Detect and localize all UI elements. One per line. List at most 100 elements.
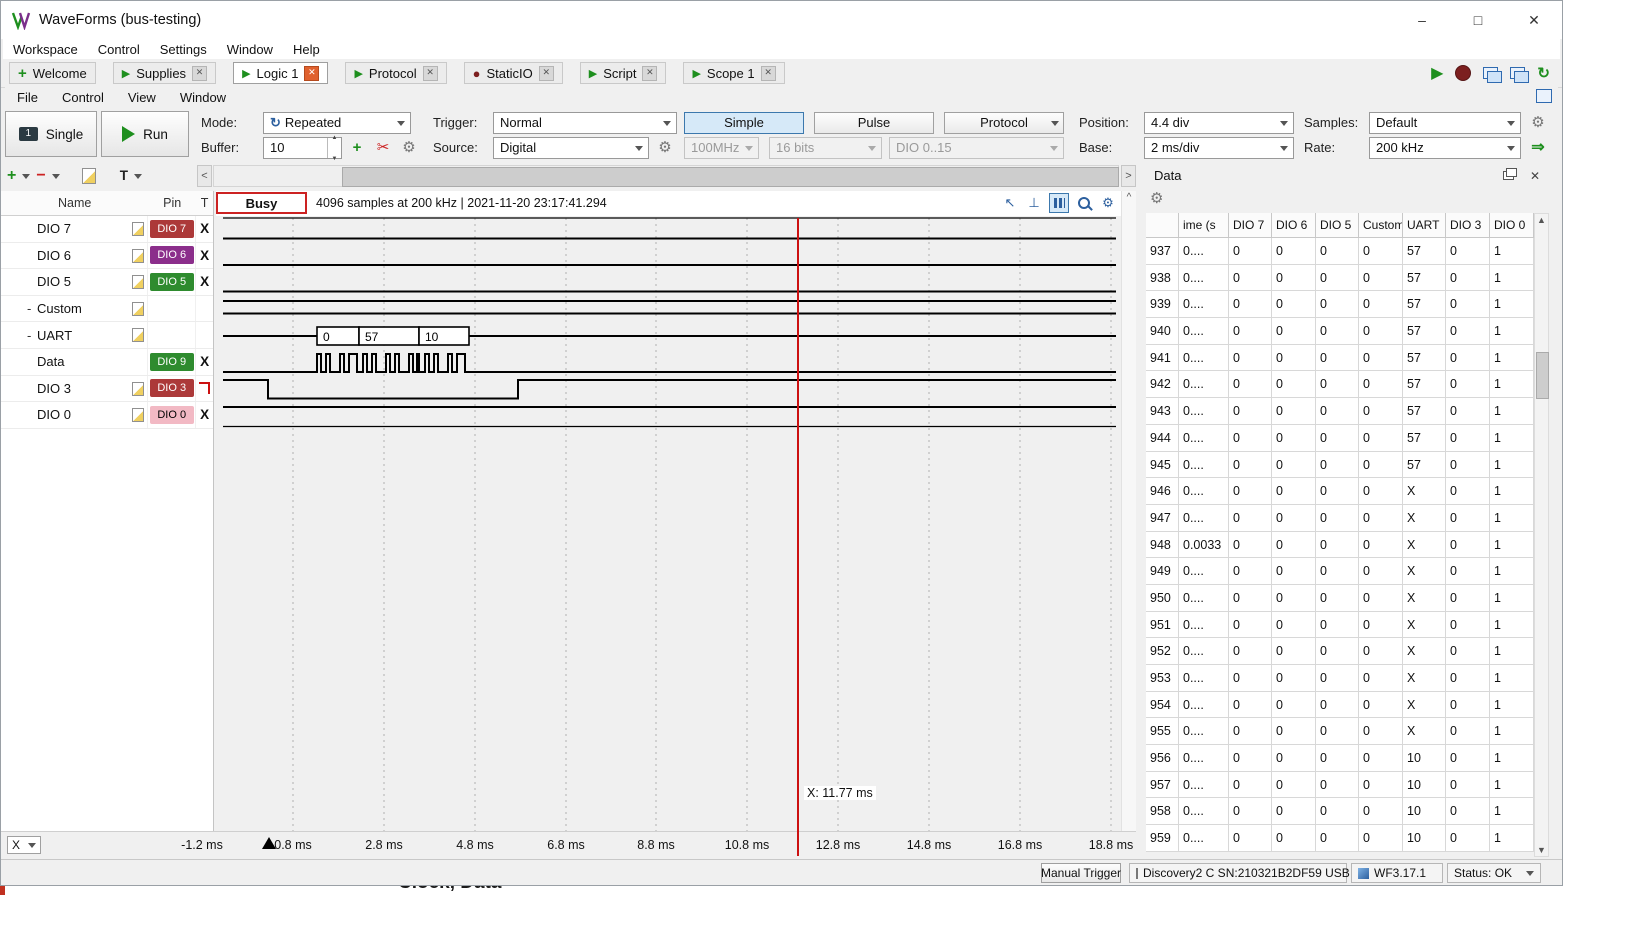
scroll-right-button[interactable]: > [1121,165,1136,187]
source-select[interactable]: Digital [493,137,649,159]
data-table-row[interactable]: 9530....0000X01 [1146,665,1534,692]
close-tab-icon[interactable]: ✕ [192,66,207,81]
channel-row[interactable]: DIO 6DIO 6X [1,243,213,270]
channel-trigger-cell[interactable]: X [195,402,213,428]
note-icon[interactable] [132,302,144,316]
data-table-row[interactable]: 9370....00005701 [1146,238,1534,265]
close-tab-icon[interactable]: ✕ [761,66,776,81]
data-table-row[interactable]: 9460....0000X01 [1146,478,1534,505]
close-tab-icon[interactable]: ✕ [423,66,438,81]
trigger-mode-button[interactable]: T [120,165,128,187]
data-table-row[interactable]: 9480.00330000X01 [1146,532,1534,559]
note-icon[interactable] [132,328,144,342]
logic-menu-item-file[interactable]: File [5,90,50,105]
data-table-row[interactable]: 9390....00005701 [1146,291,1534,318]
zoom-tool-button[interactable] [1075,194,1093,212]
data-table-row[interactable]: 9450....00005701 [1146,452,1534,479]
tab-script[interactable]: ▶Script✕ [580,62,667,84]
export-arrow-icon[interactable]: ⇒ [1529,137,1547,159]
device-sync-icon[interactable]: ↻ [1537,64,1550,82]
channel-trigger-cell[interactable]: X [195,269,213,295]
note-icon[interactable] [132,249,144,263]
trigger-select[interactable]: Normal [493,112,677,134]
data-table-row[interactable]: 9380....00005701 [1146,265,1534,292]
buffer-gear-icon[interactable]: ⚙ [400,137,418,159]
cut-icon[interactable]: ✂ [374,137,392,159]
data-table-row[interactable]: 9420....00005701 [1146,371,1534,398]
close-tab-icon[interactable]: ✕ [642,66,657,81]
samples-gear-icon[interactable]: ⚙ [1529,112,1547,134]
data-table-row[interactable]: 9560....00001001 [1146,745,1534,772]
channel-row[interactable]: DIO 3DIO 3 [1,376,213,403]
logic-menu-item-view[interactable]: View [116,90,168,105]
data-scroll-thumb[interactable] [1536,352,1549,399]
remove-channel-button[interactable]: − [36,165,45,187]
plot-vertical-scrollbar[interactable]: ^ [1121,191,1136,831]
version-status[interactable]: WF3.17.1 [1351,863,1443,883]
logic-menu-item-window[interactable]: Window [168,90,238,105]
data-table-row[interactable]: 9550....0000X01 [1146,718,1534,745]
trigger-mode-dropdown-icon[interactable] [134,174,142,183]
plot-settings-gear-icon[interactable]: ⚙ [1099,194,1117,212]
simple-button[interactable]: Simple [684,112,804,134]
data-table-row[interactable]: 9570....00001001 [1146,772,1534,799]
note-icon[interactable] [132,382,144,396]
buffer-spin-arrows-icon[interactable]: ▲▼ [327,138,341,158]
note-icon[interactable] [132,222,144,236]
menu-item-help[interactable]: Help [283,42,330,57]
tab-logic-1[interactable]: ▶Logic 1✕ [233,62,328,84]
data-table-row[interactable]: 9400....00005701 [1146,318,1534,345]
collapse-toggle[interactable]: - [27,328,31,343]
position-select[interactable]: 4.4 div [1144,112,1294,134]
channel-row[interactable]: -UART [1,322,213,349]
menu-item-workspace[interactable]: Workspace [3,42,88,57]
channel-trigger-cell[interactable]: X [195,349,213,375]
axis-cursor-selector[interactable]: X [7,836,41,854]
tab-scope-1[interactable]: ▶Scope 1✕ [683,62,784,84]
device-status[interactable]: Discovery2 C SN:210321B2DF59 USB [1129,863,1347,883]
base-select[interactable]: 2 ms/div [1144,137,1294,159]
channel-row[interactable]: DIO 7DIO 7X [1,216,213,243]
data-table-row[interactable]: 9540....0000X01 [1146,692,1534,719]
channel-row[interactable]: DIO 5DIO 5X [1,269,213,296]
status-indicator[interactable]: Status: OK [1447,863,1541,883]
data-table-row[interactable]: 9590....00001001 [1146,825,1534,852]
minimize-button[interactable]: – [1394,1,1450,39]
channel-trigger-cell[interactable] [195,376,213,402]
note-icon[interactable] [132,275,144,289]
data-table-row[interactable]: 9410....00005701 [1146,345,1534,372]
edit-note-icon[interactable] [82,168,96,184]
channel-trigger-cell[interactable]: X [195,216,213,242]
note-icon[interactable] [132,408,144,422]
snap-tool-icon[interactable]: ⊥ [1025,194,1043,212]
data-scroll-up-icon[interactable]: ▲ [1535,215,1548,225]
window-tile-icon[interactable] [1510,67,1525,79]
data-table-row[interactable]: 9520....0000X01 [1146,638,1534,665]
samples-select[interactable]: Default [1369,112,1521,134]
data-table-row[interactable]: 9440....00005701 [1146,425,1534,452]
rate-select[interactable]: 200 kHz [1369,137,1521,159]
buffer-spinbox[interactable]: 10 ▲▼ [263,137,342,159]
data-table-row[interactable]: 9580....00001001 [1146,798,1534,825]
data-table-row[interactable]: 9500....0000X01 [1146,585,1534,612]
waveform-plot[interactable]: 0 57 10 [216,216,1121,831]
source-gear-icon[interactable]: ⚙ [656,137,674,159]
scroll-up-icon[interactable]: ^ [1122,191,1136,205]
close-panel-icon[interactable]: ✕ [1530,169,1540,183]
close-button[interactable]: ✕ [1506,1,1562,39]
add-channel-button[interactable]: + [7,165,16,187]
protocol-button[interactable]: Protocol [944,112,1064,134]
channel-trigger-cell[interactable]: X [195,243,213,269]
add-buffer-icon[interactable]: + [348,137,366,159]
pulse-button[interactable]: Pulse [814,112,934,134]
manual-trigger-button[interactable]: Manual Trigger [1041,863,1121,883]
hscroll-thumb[interactable] [342,167,1119,187]
tab-protocol[interactable]: ▶Protocol✕ [345,62,446,84]
tab-welcome[interactable]: +Welcome [9,62,96,84]
data-scroll-down-icon[interactable]: ▼ [1535,845,1548,855]
pointer-tool-icon[interactable]: ↖ [1001,194,1019,212]
remove-channel-dropdown-icon[interactable] [52,174,60,183]
channel-trigger-cell[interactable] [195,296,213,322]
tab-staticio[interactable]: ●StaticIO✕ [464,62,563,84]
run-button[interactable]: Run [101,111,189,157]
